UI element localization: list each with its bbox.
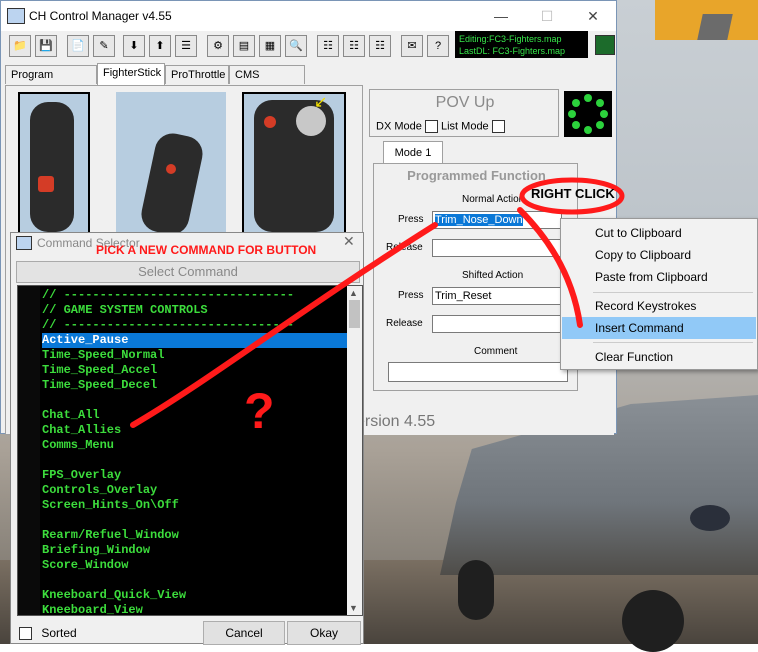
- annotation-right-click: RIGHT CLICK: [531, 186, 615, 201]
- annotation-pick: PICK A NEW COMMAND FOR BUTTON: [96, 243, 317, 257]
- annotation-question: ?: [244, 383, 275, 439]
- annotation-overlay: [130, 177, 625, 428]
- annotation-menu-line: [517, 207, 583, 328]
